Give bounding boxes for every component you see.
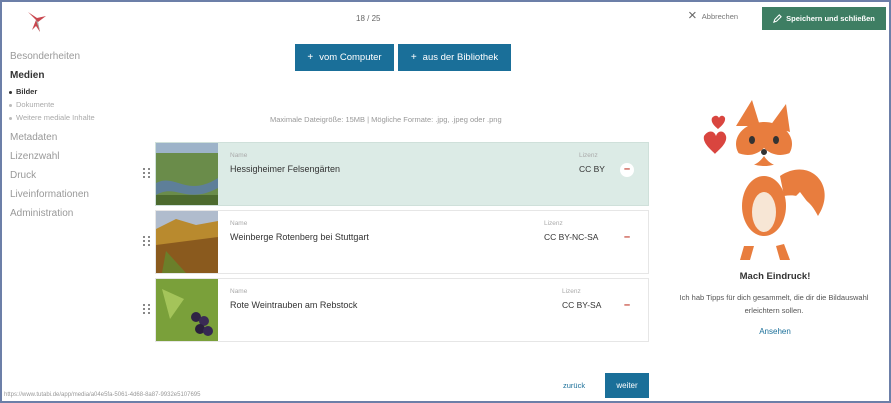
image-thumbnail (156, 143, 218, 205)
sidebar-item-metadaten[interactable]: Metadaten (8, 128, 148, 147)
image-thumbnail (156, 211, 218, 273)
image-name[interactable]: Hessigheimer Felsengärten (230, 164, 340, 174)
sidebar-subitem-weitere-inhalte[interactable]: Weitere mediale Inhalte (8, 111, 148, 124)
logo-icon (28, 12, 46, 32)
cancel-label: Abbrechen (701, 11, 739, 21)
drag-handle[interactable] (143, 236, 150, 246)
drag-handle[interactable] (143, 304, 150, 314)
pencil-icon (773, 14, 782, 23)
image-row[interactable]: Name Hessigheimer Felsengärten Lizenz CC… (155, 142, 649, 206)
sidebar-item-lizenzwahl[interactable]: Lizenzwahl (8, 147, 148, 166)
tip-text: Ich hab Tipps für dich gesammelt, die di… (679, 293, 869, 315)
fox-mascot-icon (703, 100, 825, 260)
image-name[interactable]: Weinberge Rotenberg bei Stuttgart (230, 232, 369, 242)
save-and-close-button[interactable]: Speichern und schließen (762, 7, 886, 30)
next-button[interactable]: weiter (605, 373, 649, 398)
cancel-button[interactable]: × Abbrechen (688, 7, 739, 24)
license-field-label: Lizenz (579, 152, 598, 159)
image-license[interactable]: CC BY-SA (562, 300, 601, 310)
sidebar-subitem-dokumente[interactable]: Dokumente (8, 98, 148, 111)
image-license[interactable]: CC BY (579, 164, 605, 174)
close-icon: × (688, 7, 697, 24)
upload-hint: Maximale Dateigröße: 15MB | Mögliche For… (270, 115, 502, 124)
upload-from-computer-label: vom Computer (319, 52, 382, 63)
sidebar: Besonderheiten Medien Bilder Dokumente W… (8, 8, 148, 223)
sidebar-item-liveinformationen[interactable]: Liveinformationen (8, 185, 148, 204)
tip-title: Mach Eindruck! (739, 271, 811, 282)
name-field-label: Name (230, 152, 248, 159)
delete-icon[interactable]: – (620, 231, 634, 245)
sidebar-item-druck[interactable]: Druck (8, 166, 148, 185)
upload-from-computer-button[interactable]: + vom Computer (295, 44, 394, 71)
sidebar-item-besonderheiten[interactable]: Besonderheiten (8, 47, 148, 66)
sidebar-item-administration[interactable]: Administration (8, 204, 148, 223)
image-thumbnail (156, 279, 218, 341)
name-field-label: Name (230, 288, 248, 295)
drag-handle[interactable] (143, 168, 150, 178)
image-name[interactable]: Rote Weintrauben am Rebstock (230, 300, 357, 310)
license-field-label: Lizenz (562, 288, 581, 295)
name-field-label: Name (230, 220, 248, 227)
plus-icon: + (410, 52, 417, 63)
license-field-label: Lizenz (544, 220, 563, 227)
sidebar-subitem-bilder[interactable]: Bilder (8, 85, 148, 98)
image-row[interactable]: Name Rote Weintrauben am Rebstock Lizenz… (155, 278, 649, 342)
upload-from-library-label: aus der Bibliothek (422, 52, 499, 63)
image-license[interactable]: CC BY-NC-SA (544, 232, 598, 242)
delete-icon[interactable]: – (620, 299, 634, 313)
delete-icon[interactable]: – (620, 163, 634, 177)
status-bar-url: https://www.tutabi.de/app/media/a04e5fa-… (4, 392, 201, 398)
step-counter: 18 / 25 (356, 14, 381, 23)
image-row[interactable]: Name Weinberge Rotenberg bei Stuttgart L… (155, 210, 649, 274)
back-link[interactable]: zurück (563, 381, 585, 390)
plus-icon: + (307, 52, 314, 63)
sidebar-item-medien[interactable]: Medien (8, 66, 148, 85)
save-label: Speichern und schließen (786, 14, 875, 23)
upload-from-library-button[interactable]: + aus der Bibliothek (398, 44, 511, 71)
tip-view-link[interactable]: Ansehen (680, 327, 870, 336)
